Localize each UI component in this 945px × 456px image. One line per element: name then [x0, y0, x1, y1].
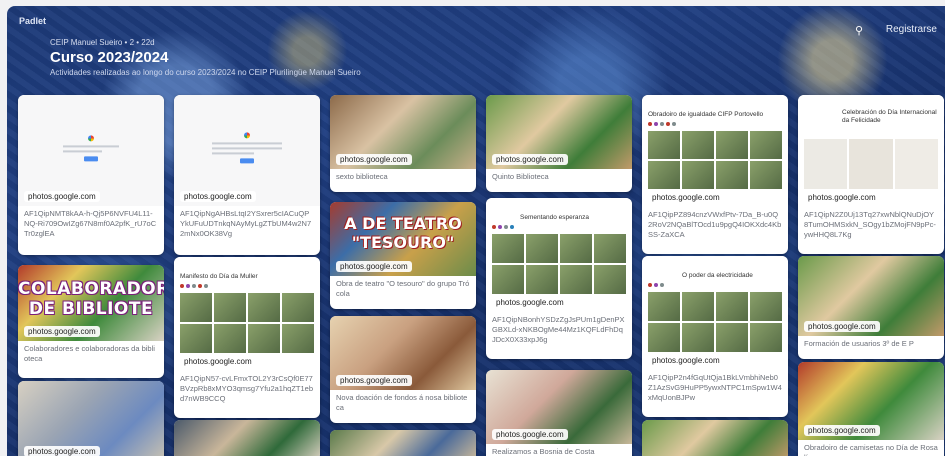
post-card[interactable]: ⋮ Manifesto do Día da Muller photos.goog… [174, 257, 320, 418]
post-caption: Nova doación de fondos á nosa biblioteca [336, 393, 468, 412]
color-dots [648, 283, 664, 287]
post-caption: AF1QipP2n4fGqUtQja1BkLVmbhiNeb0Z1AzSvG9H… [648, 373, 782, 402]
link-host: photos.google.com [336, 154, 412, 165]
link-preview: photos.google.com [18, 381, 164, 456]
post-card[interactable]: ⋮ [330, 430, 476, 456]
link-preview [642, 420, 788, 456]
album-grid [804, 139, 938, 189]
post-card[interactable]: ⋮ Obradoiro de igualdade CIFP Portovello… [642, 95, 788, 254]
post-card[interactable]: ⋮ COLABORADORES/ DE BIBLIOTE photos.goog… [18, 265, 164, 378]
link-preview: photos.google.com [18, 95, 164, 206]
color-dots [648, 122, 676, 126]
post-card[interactable]: ⋮ Sementando esperanza photos.google.com… [486, 198, 632, 359]
post-caption: Quinto Biblioteca [492, 172, 549, 181]
link-host: photos.google.com [180, 356, 256, 367]
post-card[interactable]: ⋮ A DE TEATRO "TESOURO" photos.google.co… [330, 202, 476, 309]
post-card[interactable]: ⋮ photos.google.com [18, 381, 164, 456]
post-card[interactable]: ⋮ photos.google.com Quinto Biblioteca [486, 95, 632, 192]
link-preview [174, 420, 320, 456]
post-card[interactable]: ⋮ [642, 420, 788, 456]
link-preview: photos.google.com [174, 95, 320, 206]
link-preview: COLABORADORES/ DE BIBLIOTE photos.google… [18, 265, 164, 341]
post-caption: Obra de teatro "O tesouro" do grupo Tróc… [336, 279, 470, 298]
link-preview: photos.google.com [330, 95, 476, 169]
post-card[interactable]: ⋮ photos.google.com sexto biblioteca [330, 95, 476, 192]
link-preview: Celebración do Día Internacional da Feli… [798, 95, 944, 207]
link-host: photos.google.com [804, 321, 880, 332]
album-title: O poder da electricidade [682, 272, 753, 279]
post-caption: AF1QipNMT8kAA-h-Qj5P6NVFU4L11-NQ-Ri709Ow… [24, 209, 157, 238]
album-grid [648, 131, 782, 189]
link-preview: photos.google.com [330, 316, 476, 390]
link-preview: A DE TEATRO "TESOURO" photos.google.com [330, 202, 476, 276]
board-subtitle: Actividades realizadas ao longo do curso… [50, 68, 361, 77]
post-card[interactable]: ⋮ O poder da electricidade photos.google… [642, 256, 788, 417]
image-banner-text: A DE TEATRO "TESOURO" [344, 214, 462, 252]
post-card[interactable]: ⋮ photos.google.com Formación de usuario… [798, 256, 944, 359]
link-host: photos.google.com [492, 429, 568, 440]
post-caption: AF1QipN2Z0Uj13Tq27xwNblQNuDjOY8TumOHMSxk… [804, 210, 936, 239]
album-title: Celebración do Día Internacional da Feli… [842, 109, 937, 124]
link-host: photos.google.com [648, 192, 724, 203]
link-host: photos.google.com [24, 191, 100, 202]
color-dots [492, 225, 514, 229]
post-caption: AF1QipPZ894cnzVWxfPtv-7Da_B-u0Q2RoV2NQaB… [648, 210, 782, 239]
album-title: Obradoiro de igualdade CIFP Portovello [648, 111, 764, 118]
post-caption: Formación de usuarios 3º de E P [804, 339, 914, 348]
board-title: Curso 2023/2024 [50, 49, 169, 66]
post-card[interactable]: ⋮ photos.google.com Nova doación de fond… [330, 316, 476, 423]
link-preview: photos.google.com [798, 256, 944, 336]
link-preview: Manifesto do Día da Muller photos.google… [174, 257, 320, 371]
album-grid [180, 293, 314, 353]
link-host: photos.google.com [492, 154, 568, 165]
page-thumbnail [63, 134, 119, 161]
link-host: photos.google.com [24, 446, 100, 456]
padlet-logo[interactable]: Padlet [19, 16, 46, 26]
link-preview: Obradoiro de igualdade CIFP Portovello p… [642, 95, 788, 207]
post-caption: AF1QipNgAHBsLtqI2YSxrer5cIACuQPYkUFuUDTn… [180, 209, 312, 238]
link-preview [330, 430, 476, 456]
link-host: photos.google.com [336, 375, 412, 386]
post-card[interactable]: ⋮ photos.google.com Obradoiro de camiset… [798, 362, 944, 456]
post-card[interactable]: ⋮ photos.google.com AF1QipNgAHBsLtqI2YSx… [174, 95, 320, 255]
post-card[interactable]: ⋮ Celebración do Día Internacional da Fe… [798, 95, 944, 254]
album-grid [492, 234, 626, 294]
link-host: photos.google.com [648, 355, 724, 366]
album-title: Sementando esperanza [520, 214, 590, 221]
post-caption: AF1QipN57-cvLFmxTOL2Y3rCsQf0E77BVzpRb8xM… [180, 374, 313, 403]
post-card[interactable]: ⋮ [174, 420, 320, 456]
post-caption: sexto biblioteca [336, 172, 388, 181]
post-card[interactable]: ⋮ photos.google.com Realizamos a Bosnia … [486, 370, 632, 456]
link-host: photos.google.com [804, 192, 880, 203]
link-host: photos.google.com [804, 425, 880, 436]
post-caption: Obradoiro de camisetas no Día de Rosalía [804, 443, 938, 456]
post-caption: AF1QipNBonhYSDzZgJsPUm1gDenPXGBXLd-xNKBO… [492, 315, 625, 344]
link-preview: photos.google.com [486, 95, 632, 169]
album-grid [648, 292, 782, 352]
link-preview: photos.google.com [486, 370, 632, 444]
padlet-board: Padlet ⚲ Registrarse CEIP Manuel Sueiro … [7, 6, 945, 456]
link-host: photos.google.com [24, 326, 100, 337]
color-dots [180, 284, 208, 288]
album-title: Manifesto do Día da Muller [180, 273, 258, 280]
search-icon[interactable]: ⚲ [851, 24, 867, 40]
link-preview: Sementando esperanza photos.google.com [486, 198, 632, 312]
link-host: photos.google.com [492, 297, 568, 308]
link-host: photos.google.com [336, 261, 412, 272]
board-meta: CEIP Manuel Sueiro • 2 • 22d [50, 38, 155, 47]
link-preview: photos.google.com [798, 362, 944, 440]
post-caption: Colaboradores e colaboradoras da bibliot… [24, 344, 155, 363]
register-button[interactable]: Registrarse [886, 24, 937, 35]
post-caption: Realizamos a Bosnia de Costa [492, 447, 595, 456]
link-preview: O poder da electricidade photos.google.c… [642, 256, 788, 370]
link-host: photos.google.com [180, 191, 256, 202]
post-card[interactable]: ⋮ photos.google.com AF1QipNMT8kAA-h-Qj5P… [18, 95, 164, 255]
page-thumbnail [212, 131, 282, 163]
image-banner-text: COLABORADORES/ DE BIBLIOTE [18, 279, 164, 319]
